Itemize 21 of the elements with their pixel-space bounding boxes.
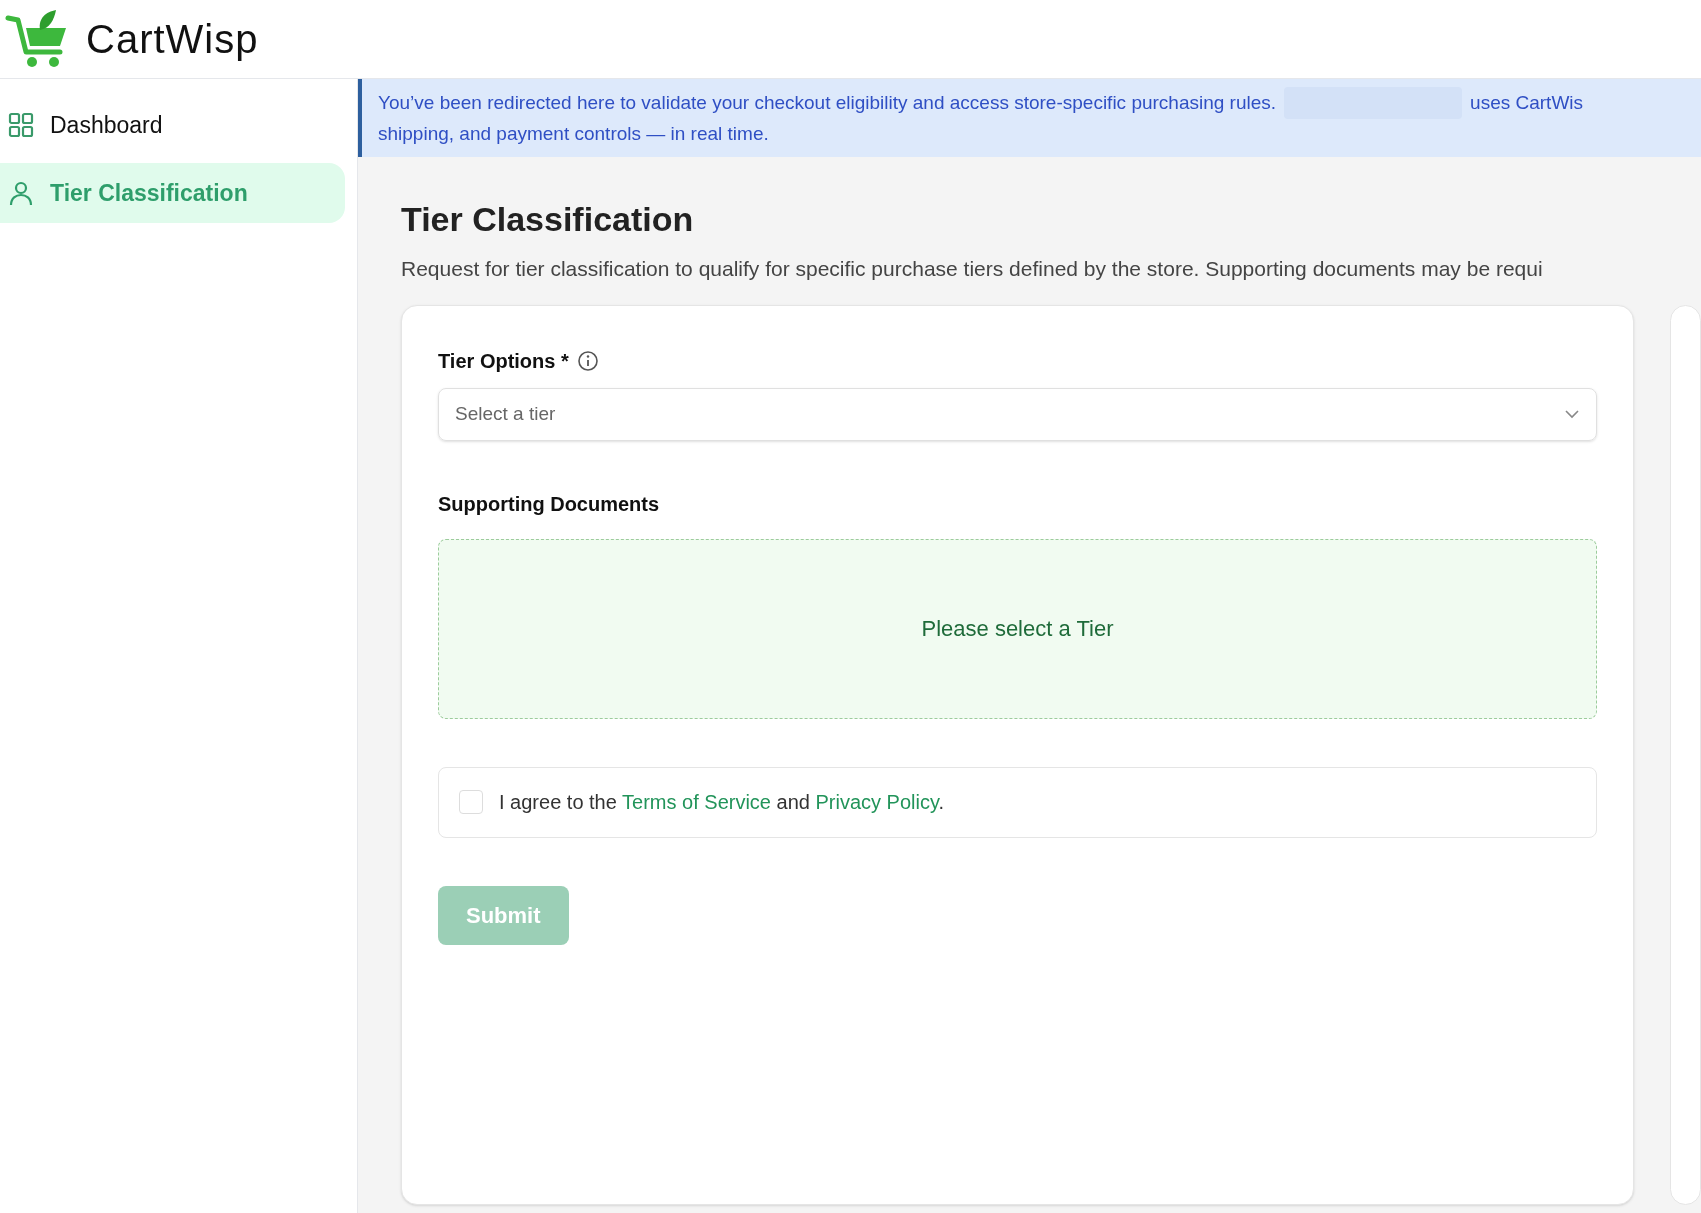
chevron-down-icon [1564, 409, 1580, 419]
page-subtitle: Request for tier classification to qualify for specific purchase tiers defined by the store. Supporting documents may be requi [401, 256, 1544, 282]
upload-area[interactable]: Please select a Tier [438, 538, 1597, 719]
banner-text: uses CartWis [1470, 91, 1584, 115]
agreement-checkbox[interactable] [459, 790, 483, 814]
tier-select[interactable]: Select a tier [438, 387, 1597, 441]
logo-text: CartWisp [86, 16, 259, 63]
policy-link[interactable]: Privacy Policy [815, 791, 939, 813]
sidebar-item[interactable]: Dashboard [0, 95, 345, 155]
field-label: Supporting Documents [438, 491, 661, 517]
grid-icon [8, 112, 34, 138]
user-icon [8, 180, 34, 206]
page-title: Tier Classification [401, 199, 695, 240]
banner-text: You’ve been redirected here to validate your checkout eligibility and access store-specific purchasing rules. [378, 91, 1277, 115]
banner-text: shipping, and payment controls — in real time. [378, 123, 769, 144]
agreement-text: I agree to the Terms of Service and Privacy Policy. [499, 790, 945, 815]
upload-message: Please select a Tier [921, 615, 1114, 643]
field-label: Tier Options * [438, 348, 569, 374]
info-icon[interactable] [576, 349, 599, 372]
policy-link[interactable]: Terms of Service [622, 791, 771, 813]
sidebar-item[interactable]: Tier Classification [0, 163, 345, 223]
